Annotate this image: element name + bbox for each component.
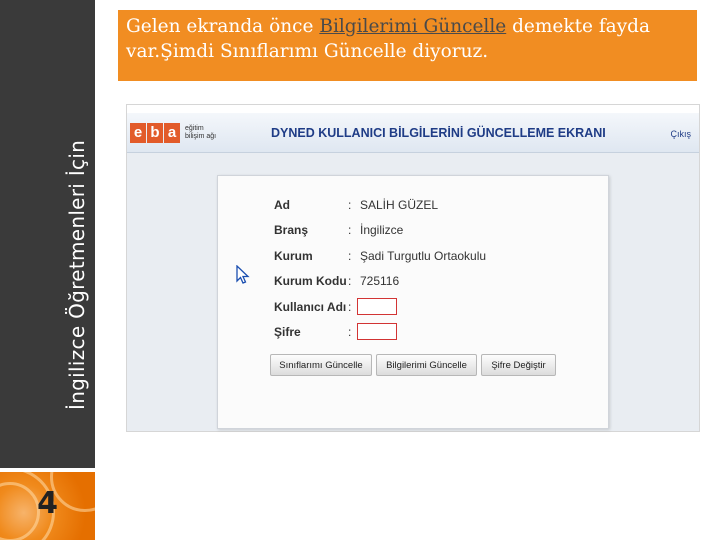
instruction-text-1: Gelen ekranda önce bbox=[126, 16, 320, 37]
change-password-button[interactable]: Şifre Değiştir bbox=[481, 354, 556, 376]
field-colon: : bbox=[348, 198, 352, 212]
logo-letter-e: e bbox=[130, 123, 146, 143]
logo-letter-b: b bbox=[147, 123, 163, 143]
field-colon: : bbox=[348, 249, 352, 263]
field-value: SALİH GÜZEL bbox=[360, 198, 439, 212]
app-title: DYNED KULLANICI BİLGİLERİNİ GÜNCELLEME E… bbox=[271, 126, 606, 140]
app-window: e b a eğitim bilişim ağı DYNED KULLANICI… bbox=[126, 104, 700, 432]
field-label: Kurum bbox=[274, 249, 313, 263]
field-colon: : bbox=[348, 325, 352, 339]
logout-link[interactable]: Çıkış bbox=[670, 129, 691, 139]
field-colon: : bbox=[348, 300, 352, 314]
field-colon: : bbox=[348, 223, 352, 237]
form-panel: Ad : SALİH GÜZEL Branş : İngilizce Kurum… bbox=[217, 175, 609, 429]
app-header: e b a eğitim bilişim ağı DYNED KULLANICI… bbox=[127, 113, 699, 153]
update-classes-button[interactable]: Sınıflarımı Güncelle bbox=[270, 354, 372, 376]
field-label: Branş bbox=[274, 223, 309, 237]
field-value: İngilizce bbox=[360, 223, 404, 237]
field-value: Şadi Turgutlu Ortaokulu bbox=[360, 249, 487, 263]
page-number-badge: 4 bbox=[0, 472, 95, 540]
username-input[interactable] bbox=[357, 298, 397, 315]
update-info-button[interactable]: Bilgilerimi Güncelle bbox=[376, 354, 477, 376]
eba-logo: e b a eğitim bilişim ağı bbox=[130, 122, 225, 144]
instruction-box: Gelen ekranda önce Bilgilerimi Güncelle … bbox=[118, 10, 697, 81]
app-body: Ad : SALİH GÜZEL Branş : İngilizce Kurum… bbox=[127, 153, 699, 431]
field-label: Şifre bbox=[274, 325, 301, 339]
field-label: Kurum Kodu bbox=[274, 274, 347, 288]
logo-letter-a: a bbox=[164, 123, 180, 143]
sidebar-title: İngilizce Öğretmenleri İçin bbox=[65, 139, 89, 410]
password-input[interactable] bbox=[357, 323, 397, 340]
field-label: Ad bbox=[274, 198, 290, 212]
field-value: 725116 bbox=[360, 274, 400, 288]
sidebar: İngilizce Öğretmenleri İçin bbox=[0, 0, 95, 468]
logo-subtext: eğitim bilişim ağı bbox=[185, 125, 217, 140]
instruction-highlight: Bilgilerimi Güncelle bbox=[319, 16, 507, 37]
page-number: 4 bbox=[37, 486, 58, 521]
field-colon: : bbox=[348, 274, 352, 288]
mouse-cursor-icon bbox=[236, 265, 250, 284]
field-label: Kullanıcı Adı bbox=[274, 300, 347, 314]
